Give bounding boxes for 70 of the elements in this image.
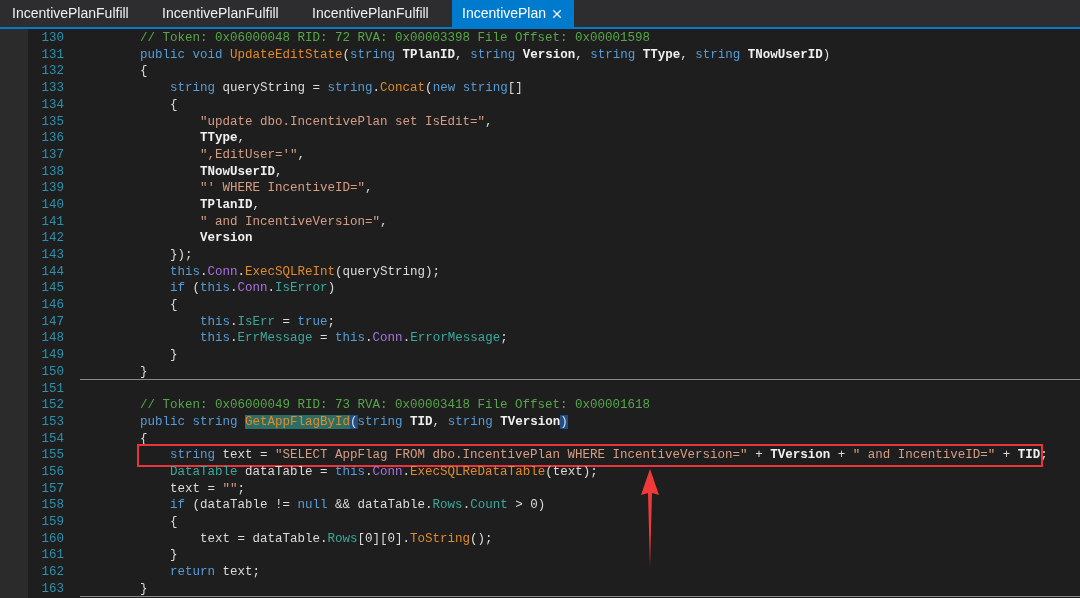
- line-number: 162: [40, 566, 64, 579]
- code-line: });: [169, 249, 193, 262]
- code-line: string text = "SELECT AppFlag FROM dbo.IncentivePlan WHERE IncentiveVersion=" + TVersion + " and IncentiveID=" + TID;: [169, 449, 1048, 462]
- code-line: "' WHERE IncentiveID=",: [199, 182, 373, 195]
- line-number: 130: [40, 32, 64, 45]
- line-number: 154: [40, 432, 64, 446]
- line-number: 153: [40, 415, 64, 429]
- code-line: {: [169, 299, 178, 312]
- line-number: 161: [40, 549, 64, 562]
- code-line: this.Conn.ExecSQLReInt(queryString);: [169, 265, 441, 279]
- line-number: 146: [40, 299, 64, 312]
- line-number: 143: [40, 249, 64, 262]
- line-number: 152: [40, 399, 64, 412]
- code-line: text = dataTable.Rows[0][0].ToString();: [199, 532, 493, 546]
- code-line: }: [139, 365, 148, 379]
- line-number: 135: [40, 115, 64, 129]
- line-number: 144: [40, 265, 64, 279]
- code-line: {: [169, 516, 178, 529]
- line-number: 158: [40, 499, 64, 512]
- code-line: public void UpdateEditState(string TPlanID, string Version, string TType, string TNowUserID): [139, 48, 831, 62]
- line-number: 149: [40, 349, 64, 362]
- code-line: Version: [199, 232, 253, 245]
- code-line: this.ErrMessage = this.Conn.ErrorMessage;: [199, 332, 508, 345]
- code-line: return text;: [169, 566, 261, 579]
- line-number: 150: [40, 365, 64, 379]
- code-line: }: [139, 582, 148, 596]
- code-line: TNowUserID,: [199, 165, 283, 179]
- line-number: 132: [40, 65, 64, 78]
- code-line: DataTable dataTable = this.Conn.ExecSQLReDataTable(text);: [169, 465, 598, 479]
- code-line: TPlanID,: [199, 198, 261, 212]
- line-number: 134: [40, 98, 64, 112]
- line-number: 147: [40, 315, 64, 329]
- line-number: 157: [40, 482, 64, 496]
- line-number: 137: [40, 148, 64, 162]
- line-number: 151: [40, 382, 64, 396]
- code-line: string queryString = string.Concat(new string[]: [169, 82, 523, 95]
- code-line: this.IsErr = true;: [199, 315, 336, 329]
- code-line: // Token: 0x06000049 RID: 73 RVA: 0x00003418 File Offset: 0x00001618: [139, 399, 651, 412]
- code-line: TType,: [199, 132, 246, 145]
- line-number: 145: [40, 282, 64, 295]
- line-number: 156: [40, 465, 64, 479]
- line-number: 138: [40, 165, 64, 179]
- line-number: 139: [40, 182, 64, 195]
- code-line: ",EditUser='",: [199, 148, 306, 162]
- line-number: 140: [40, 198, 64, 212]
- line-number: 131: [40, 48, 64, 62]
- code-line: {: [169, 98, 178, 112]
- code-line: if (dataTable != null && dataTable.Rows.Count > 0): [169, 499, 546, 512]
- line-number: 141: [40, 215, 64, 229]
- line-number: 148: [40, 332, 64, 345]
- line-number: 155: [40, 449, 64, 462]
- line-number: 159: [40, 516, 64, 529]
- line-number: 142: [40, 232, 64, 245]
- code-line: "update dbo.IncentivePlan set IsEdit=",: [199, 115, 493, 129]
- code-line: // Token: 0x06000048 RID: 72 RVA: 0x00003398 File Offset: 0x00001598: [139, 32, 651, 45]
- tab[interactable]: IncentivePlanFulfill: [2, 0, 152, 27]
- tab[interactable]: IncentivePlan: [452, 0, 575, 27]
- code-line: }: [169, 349, 178, 362]
- line-number: 136: [40, 132, 64, 145]
- tab[interactable]: IncentivePlanFulfill: [152, 0, 302, 27]
- code-line: public string GetAppFlagById(string TID, string TVersion): [139, 415, 568, 429]
- line-number: 160: [40, 532, 64, 546]
- line-number: 163: [40, 582, 64, 596]
- code-line: " and IncentiveVersion=",: [199, 215, 388, 229]
- code-line: if (this.Conn.IsError): [169, 282, 336, 295]
- code-line: }: [169, 549, 178, 562]
- tab[interactable]: IncentivePlanFulfill: [302, 0, 452, 27]
- code-line: text = "";: [169, 482, 246, 496]
- code-line: {: [139, 65, 148, 78]
- line-number: 133: [40, 82, 64, 95]
